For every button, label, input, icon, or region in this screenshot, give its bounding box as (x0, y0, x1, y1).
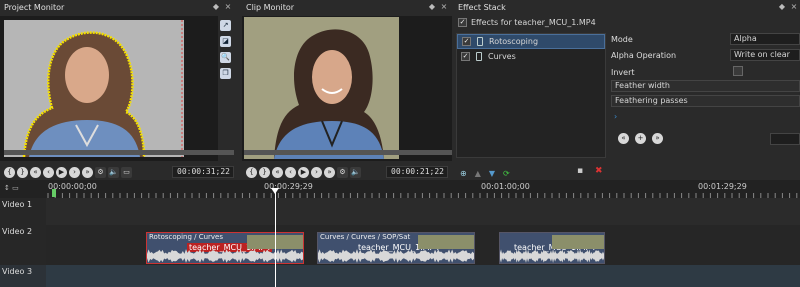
track-video-3: Video 3 (0, 265, 800, 287)
set-zone-start-icon[interactable]: { (246, 166, 257, 178)
delete-effect-icon[interactable]: ✖ (595, 166, 603, 176)
move-up-icon[interactable]: ▲ (475, 169, 481, 178)
next-frame-icon[interactable]: › (69, 166, 80, 178)
track-video-1: Video 1 (0, 198, 800, 225)
clip-effects-label: Curves / Curves / SOP/Sat (320, 233, 411, 241)
alpha-operation-label: Alpha Operation (611, 51, 677, 60)
move-down-icon[interactable]: ▼ (489, 169, 495, 178)
rewind-icon[interactable]: « (30, 166, 41, 178)
effect-enable-checkbox[interactable]: ✓ (462, 37, 471, 46)
float-panel-icon[interactable]: ◆ (778, 2, 786, 12)
mode-select[interactable]: Alpha (730, 33, 800, 45)
project-timecode[interactable]: 00:00:31;22 (172, 166, 234, 178)
settings-icon[interactable]: ⚙ (337, 166, 348, 178)
alpha-operation-select[interactable]: Write on clear (730, 49, 800, 61)
play-icon[interactable]: ▶ (56, 166, 67, 178)
volume-icon[interactable]: 🔈 (108, 166, 119, 178)
project-monitor-frame (4, 20, 184, 157)
timeline-clip[interactable]: teacher_MCU_1.MP4 (499, 232, 605, 264)
effects-enabled-checkbox[interactable]: ✓ (458, 18, 467, 27)
clip-effects-label: Rotoscoping / Curves (149, 233, 224, 241)
forward-icon[interactable]: » (82, 166, 93, 178)
project-monitor-view[interactable] (0, 16, 218, 161)
effects-for-label: Effects for teacher_MCU_1.MP4 (471, 18, 596, 27)
keyframe-toolbar: « + » (618, 133, 663, 144)
effect-stack-toolbar: ⊕ ▲ ▼ ⟳ (460, 166, 610, 180)
copy-icon[interactable]: ❐ (220, 68, 231, 79)
float-panel-icon[interactable]: ◆ (212, 2, 220, 12)
feathering-passes-slider[interactable]: Feathering passes (611, 95, 800, 107)
effect-item-curves[interactable]: ✓ Curves (457, 49, 605, 64)
clip-thumbnail (552, 235, 604, 249)
clip-monitor-title: Clip Monitor (246, 3, 295, 12)
set-zone-end-icon[interactable]: } (259, 166, 270, 178)
keyframe-expand-icon[interactable]: › (614, 112, 617, 121)
save-effect-icon[interactable]: ▪ (577, 166, 583, 176)
track-header[interactable]: Video 2 (0, 225, 46, 265)
effect-label: Curves (488, 52, 516, 61)
previous-frame-icon[interactable]: ‹ (43, 166, 54, 178)
source-clip-image (244, 17, 399, 159)
transform-tool-icon[interactable]: ↗ (220, 20, 231, 31)
project-monitor-title: Project Monitor (4, 3, 65, 12)
playhead-handle[interactable] (271, 188, 279, 194)
set-zone-end-icon[interactable]: } (17, 166, 28, 178)
close-panel-icon[interactable]: × (440, 2, 448, 12)
clip-timecode[interactable]: 00:00:21;22 (386, 166, 448, 178)
set-zone-start-icon[interactable]: { (4, 166, 15, 178)
track-header[interactable]: Video 1 (0, 198, 46, 225)
rotoscoped-person-image (4, 20, 184, 157)
keyframe-position-field[interactable] (770, 133, 800, 145)
clip-monitor-frame (244, 17, 399, 159)
monitor-tools: ↗ ◪ 🔍 ❐ (220, 20, 234, 79)
effect-icon (477, 37, 483, 46)
settings-icon[interactable]: ⚙ (95, 166, 106, 178)
ruler-ticks (47, 193, 798, 198)
next-frame-icon[interactable]: › (311, 166, 322, 178)
invert-checkbox[interactable] (733, 66, 743, 76)
clip-monitor-toolbar: { } « ‹ ▶ › » ⚙ 🔈 (246, 164, 361, 180)
clip-audio-waveform (500, 249, 604, 263)
timeline-ruler[interactable]: 00:00:00;00 00:00:29;29 00:01:00;00 00:0… (0, 180, 800, 198)
close-panel-icon[interactable]: × (224, 2, 232, 12)
clip-audio-waveform (147, 249, 303, 263)
play-icon[interactable]: ▶ (298, 166, 309, 178)
effect-label: Rotoscoping (489, 37, 539, 46)
playhead[interactable] (275, 188, 276, 287)
ruler-collapse-icon[interactable]: ↕ ▭ (4, 184, 19, 192)
project-monitor-toolbar: { } « ‹ ▶ › » ⚙ 🔈 ▭ (4, 164, 132, 180)
effect-list: ✓ Rotoscoping ✓ Curves (456, 33, 606, 158)
effects-for-row: ✓ Effects for teacher_MCU_1.MP4 (458, 18, 596, 27)
clip-monitor-scrollbar[interactable] (244, 150, 452, 155)
previous-frame-icon[interactable]: ‹ (285, 166, 296, 178)
search-icon[interactable]: 🔍 (220, 52, 231, 63)
clip-thumbnail (418, 235, 474, 249)
effect-enable-checkbox[interactable]: ✓ (461, 52, 470, 61)
invert-label: Invert (611, 68, 635, 77)
previous-keyframe-icon[interactable]: « (618, 133, 629, 144)
effect-stack-title: Effect Stack (458, 3, 506, 12)
add-effect-icon[interactable]: ⊕ (460, 169, 467, 178)
effect-item-rotoscoping[interactable]: ✓ Rotoscoping (457, 34, 605, 49)
track-header[interactable]: Video 3 (0, 265, 46, 287)
timeline-clip[interactable]: Rotoscoping / Curves teacher_MCU_1.MP4 (146, 232, 304, 264)
timeline-clip[interactable]: Curves / Curves / SOP/Sat teacher_MCU_1.… (317, 232, 475, 264)
fullscreen-icon[interactable]: ▭ (121, 166, 132, 178)
clip-monitor-view[interactable] (242, 16, 452, 161)
project-monitor-scrollbar[interactable] (4, 150, 234, 155)
forward-icon[interactable]: » (324, 166, 335, 178)
float-panel-icon[interactable]: ◆ (428, 2, 436, 12)
effect-icon (476, 52, 482, 61)
zone-marker[interactable] (52, 189, 56, 197)
rewind-icon[interactable]: « (272, 166, 283, 178)
volume-icon[interactable]: 🔈 (350, 166, 361, 178)
feather-width-slider[interactable]: Feather width (611, 80, 800, 92)
reset-icon[interactable]: ⟳ (503, 169, 510, 178)
clip-audio-waveform (318, 249, 474, 263)
mode-label: Mode (611, 35, 633, 44)
next-keyframe-icon[interactable]: » (652, 133, 663, 144)
zoom-tool-icon[interactable]: ◪ (220, 36, 231, 47)
add-keyframe-icon[interactable]: + (635, 133, 646, 144)
close-panel-icon[interactable]: × (790, 2, 798, 12)
